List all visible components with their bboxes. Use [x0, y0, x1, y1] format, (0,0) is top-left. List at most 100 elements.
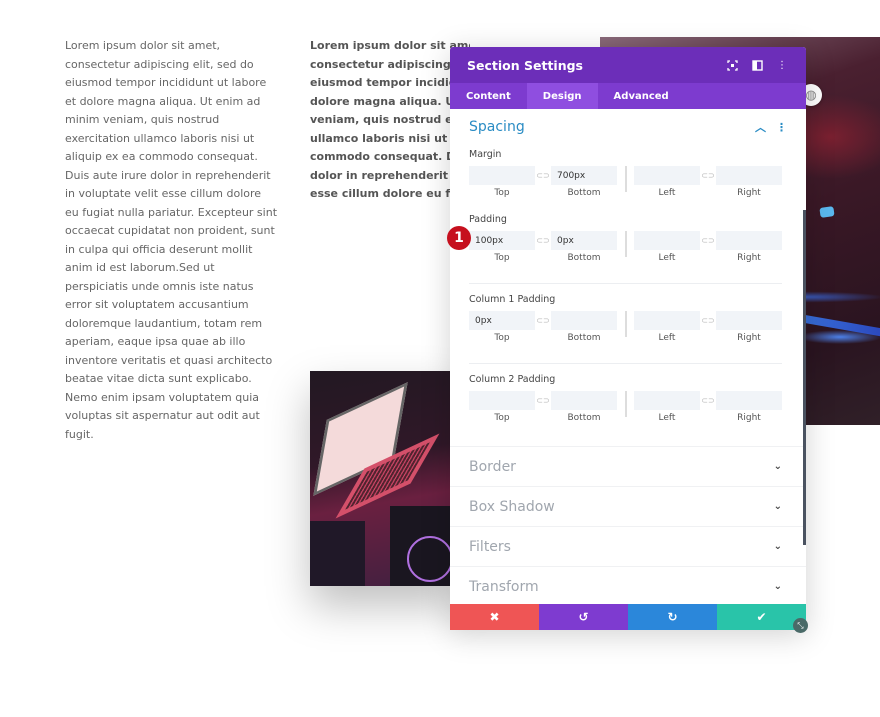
text-line: consectetur adipiscing elit, s — [310, 57, 470, 71]
text-line: dolore magna aliqua. Ut eni — [310, 94, 470, 108]
box-shadow-group[interactable]: Box Shadow ⌄ — [450, 486, 806, 526]
padding-right-input[interactable] — [716, 231, 782, 250]
panel-header[interactable]: Section Settings ⋮ — [450, 47, 806, 83]
undo-icon: ↺ — [578, 610, 589, 624]
focus-icon[interactable] — [725, 58, 739, 72]
padding-bottom-input[interactable] — [551, 231, 617, 250]
laptop-dj-image — [310, 371, 460, 586]
transform-group[interactable]: Transform ⌄ — [450, 566, 806, 604]
middle-column-text: Lorem ipsum dolor sit amet, consectetur … — [310, 37, 470, 204]
column1-padding-fields: Top ⊂⊃ Bottom Left ⊂⊃ Right — [450, 311, 806, 353]
bottom-label: Bottom — [567, 413, 601, 423]
redo-icon: ↻ — [667, 610, 678, 624]
panel-body: Spacing ︿ ⋮ Margin Top ⊂⊃ Bottom Left ⊂⊃… — [450, 109, 806, 604]
link-icon[interactable]: ⊂⊃ — [535, 391, 551, 405]
link-icon[interactable]: ⊂⊃ — [535, 231, 551, 245]
left-label: Left — [658, 188, 676, 198]
cancel-button[interactable]: ✖ — [450, 604, 539, 630]
margin-label: Margin — [469, 149, 502, 160]
column2-padding-fields: Top ⊂⊃ Bottom Left ⊂⊃ Right — [450, 391, 806, 433]
spacing-title: Spacing — [469, 119, 525, 135]
chevron-down-icon[interactable]: ⌄ — [774, 461, 782, 472]
tab-design[interactable]: Design — [526, 83, 598, 109]
col1-padding-left-input[interactable] — [634, 311, 700, 330]
left-label: Left — [658, 333, 676, 343]
more-options-icon[interactable]: ⋮ — [776, 121, 787, 134]
left-label: Left — [658, 413, 676, 423]
chevron-down-icon[interactable]: ⌄ — [774, 581, 782, 592]
margin-bottom-input[interactable] — [551, 166, 617, 185]
bottom-label: Bottom — [567, 253, 601, 263]
divider — [469, 283, 782, 284]
margin-right-input[interactable] — [716, 166, 782, 185]
right-label: Right — [737, 413, 761, 423]
more-options-icon[interactable]: ⋮ — [775, 58, 789, 72]
chevron-down-icon[interactable]: ⌄ — [774, 501, 782, 512]
padding-fields: Top ⊂⊃ Bottom Left ⊂⊃ Right — [450, 231, 806, 273]
column1-padding-label: Column 1 Padding — [469, 294, 556, 305]
step-badge: 1 — [447, 226, 471, 250]
close-icon: ✖ — [489, 610, 500, 624]
chevron-up-icon[interactable]: ︿ — [755, 119, 766, 135]
top-label: Top — [494, 253, 510, 263]
col2-padding-top-input[interactable] — [469, 391, 535, 410]
bottom-label: Bottom — [567, 188, 601, 198]
link-icon[interactable]: ⊂⊃ — [535, 311, 551, 325]
border-group[interactable]: Border ⌄ — [450, 446, 806, 486]
link-icon[interactable]: ⊂⊃ — [535, 166, 551, 180]
right-label: Right — [737, 188, 761, 198]
divider — [625, 311, 627, 337]
top-label: Top — [494, 333, 510, 343]
chevron-down-icon[interactable]: ⌄ — [774, 541, 782, 552]
divider — [625, 166, 627, 192]
spacing-group-header[interactable]: Spacing ︿ ⋮ — [450, 109, 806, 145]
col1-padding-right-input[interactable] — [716, 311, 782, 330]
text-line: eiusmod tempor incididunt — [310, 76, 470, 89]
transform-title: Transform — [469, 578, 539, 595]
divider — [625, 391, 627, 417]
filters-group[interactable]: Filters ⌄ — [450, 526, 806, 566]
padding-label: Padding — [469, 214, 507, 225]
margin-left-input[interactable] — [634, 166, 700, 185]
right-label: Right — [737, 253, 761, 263]
left-column-text: Lorem ipsum dolor sit amet, consectetur … — [65, 39, 278, 441]
resize-handle-icon[interactable]: ⤡ — [793, 618, 808, 633]
col1-padding-top-input[interactable] — [469, 311, 535, 330]
scrollbar[interactable] — [803, 210, 806, 545]
col2-padding-bottom-input[interactable] — [551, 391, 617, 410]
filters-title: Filters — [469, 538, 511, 555]
col2-padding-right-input[interactable] — [716, 391, 782, 410]
text-line: esse cillum dolore eu fugiat — [310, 187, 470, 200]
padding-left-input[interactable] — [634, 231, 700, 250]
jog-wheel — [407, 536, 453, 582]
right-label: Right — [737, 333, 761, 343]
divider — [469, 363, 782, 364]
border-title: Border — [469, 458, 516, 475]
column2-padding-label: Column 2 Padding — [469, 374, 556, 385]
link-icon[interactable]: ⊂⊃ — [700, 166, 716, 180]
check-icon: ✔ — [756, 610, 767, 624]
link-icon[interactable]: ⊂⊃ — [700, 311, 716, 325]
panel-title: Section Settings — [467, 57, 583, 73]
redo-button[interactable]: ↻ — [628, 604, 717, 630]
col1-padding-bottom-input[interactable] — [551, 311, 617, 330]
padding-top-input[interactable] — [469, 231, 535, 250]
link-icon[interactable]: ⊂⊃ — [700, 231, 716, 245]
tab-bar: Content Design Advanced — [450, 83, 806, 109]
margin-top-input[interactable] — [469, 166, 535, 185]
panel-footer: ✖ ↺ ↻ ✔ — [450, 604, 806, 630]
light-streak — [799, 314, 880, 338]
text-line: commodo consequat. Duis a — [310, 150, 470, 163]
link-icon[interactable]: ⊂⊃ — [700, 391, 716, 405]
undo-button[interactable]: ↺ — [539, 604, 628, 630]
split-view-icon[interactable] — [750, 58, 764, 72]
box-shadow-title: Box Shadow — [469, 498, 555, 515]
divider — [625, 231, 627, 257]
tab-content[interactable]: Content — [450, 83, 527, 109]
margin-fields: Top ⊂⊃ Bottom Left ⊂⊃ Right — [450, 166, 806, 208]
tab-advanced[interactable]: Advanced — [598, 83, 685, 109]
light-streak — [819, 206, 835, 218]
col2-padding-left-input[interactable] — [634, 391, 700, 410]
top-label: Top — [494, 188, 510, 198]
text-line: ullamco laboris nisi ut aliqui — [310, 131, 470, 145]
